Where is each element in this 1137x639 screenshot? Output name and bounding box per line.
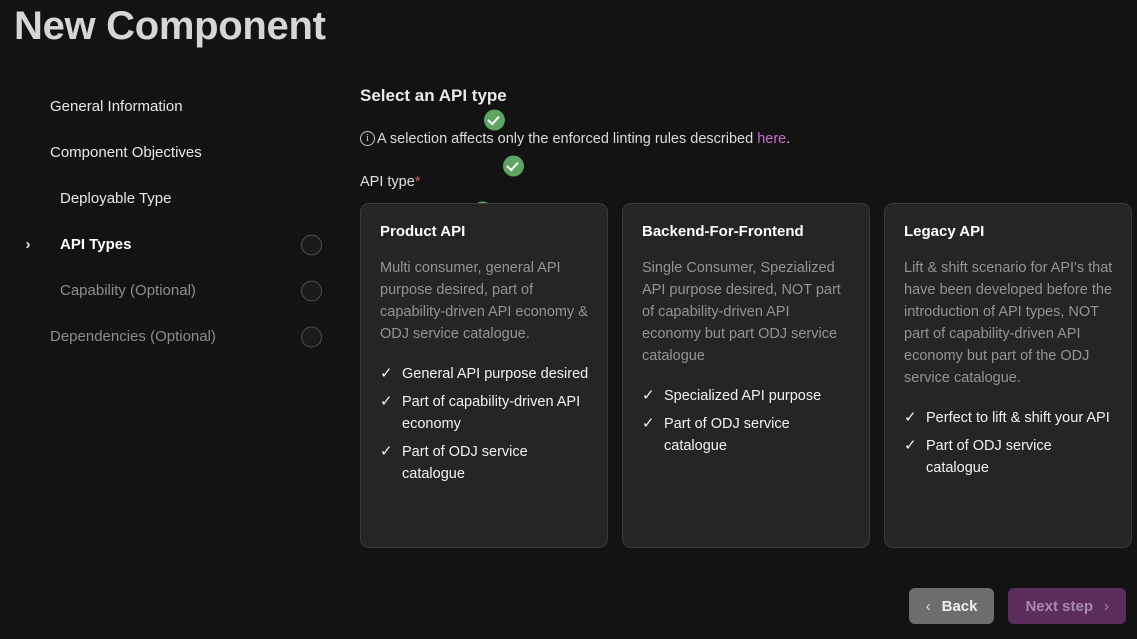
- main-content: Select an API type A selection affects o…: [360, 84, 1132, 548]
- page-title: New Component: [14, 4, 326, 48]
- check-icon: ✓: [642, 387, 655, 404]
- api-type-feature-label: Part of ODJ service catalogue: [402, 444, 528, 482]
- stepper-item-general-information[interactable]: General Information: [0, 84, 505, 130]
- check-icon: ✓: [380, 393, 393, 410]
- stepper-item-label: Dependencies (Optional): [50, 328, 216, 345]
- stepper-item-deployable-type[interactable]: Deployable Type: [0, 176, 494, 222]
- api-type-card[interactable]: Backend-For-Frontend Single Consumer, Spe…: [622, 203, 870, 548]
- api-type-card-description: Single Consumer, Spezialized API purpose…: [642, 260, 841, 364]
- api-type-card-title: Backend-For-Frontend: [642, 223, 804, 240]
- check-icon: ✓: [642, 415, 655, 432]
- stepper-item-dependencies-optional[interactable]: Dependencies (Optional): [0, 314, 340, 360]
- api-type-card-description: Multi consumer, general API purpose desi…: [380, 260, 588, 342]
- api-type-feature-label: Part of ODJ service catalogue: [664, 416, 790, 454]
- stepper-item-api-types[interactable]: › API Types: [0, 222, 340, 268]
- check-icon: ✓: [904, 409, 917, 426]
- empty-circle-icon: [301, 280, 322, 302]
- info-text: A selection affects only the enforced li…: [377, 129, 790, 149]
- chevron-right-icon: ›: [1104, 597, 1109, 615]
- api-type-feature-item: ✓ Part of ODJ service catalogue: [642, 413, 851, 457]
- api-type-feature-item: ✓ General API purpose desired: [380, 363, 589, 385]
- check-icon: ✓: [380, 365, 393, 382]
- stepper-item-label: Component Objectives: [50, 144, 202, 161]
- api-type-feature-item: ✓ Part of ODJ service catalogue: [380, 441, 589, 485]
- api-type-feature-label: Perfect to lift & shift your API: [926, 410, 1110, 426]
- stepper-item-component-objectives[interactable]: Component Objectives: [0, 130, 524, 176]
- api-type-feature-label: Specialized API purpose: [664, 388, 822, 404]
- info-circle-icon: [360, 131, 375, 146]
- info-text-before: A selection affects only the enforced li…: [377, 131, 758, 147]
- info-banner: A selection affects only the enforced li…: [360, 129, 1132, 149]
- api-type-label-text: API type: [360, 174, 415, 190]
- back-button-label: Back: [941, 597, 978, 615]
- chevron-left-icon: ‹: [925, 597, 931, 615]
- check-icon: ✓: [380, 443, 393, 460]
- api-type-card[interactable]: Product API Multi consumer, general API p…: [360, 203, 608, 548]
- api-type-feature-item: ✓ Specialized API purpose: [642, 385, 851, 407]
- required-asterisk: *: [414, 174, 421, 190]
- linting-rules-link[interactable]: here: [757, 131, 786, 147]
- empty-circle-icon: [301, 234, 322, 256]
- back-button[interactable]: ‹ Back: [908, 588, 995, 624]
- stepper-item-label: API Types: [60, 236, 132, 253]
- stepper-item-label: Deployable Type: [60, 190, 172, 207]
- api-type-card-description: Lift & shift scenario for API's that hav…: [904, 260, 1113, 386]
- next-step-button-label: Next step: [1025, 597, 1093, 615]
- api-type-field-label: API type*: [360, 172, 1132, 192]
- api-type-feature-label: Part of ODJ service catalogue: [926, 438, 1052, 476]
- stepper-item-label: General Information: [50, 98, 183, 115]
- api-type-card-title: Product API: [380, 223, 466, 240]
- api-type-feature-list: ✓ Perfect to lift & shift your API ✓ Part o…: [904, 407, 1113, 479]
- api-type-feature-item: ✓ Part of ODJ service catalogue: [904, 435, 1113, 479]
- stepper-item-label: Capability (Optional): [60, 282, 196, 299]
- info-text-after: .: [786, 131, 791, 147]
- next-step-button[interactable]: Next step ›: [1008, 588, 1126, 624]
- stepper-item-capability-optional[interactable]: Capability (Optional): [0, 268, 340, 314]
- chevron-right-icon: ›: [25, 236, 31, 253]
- check-icon: ✓: [904, 437, 917, 454]
- api-type-card-list: Product API Multi consumer, general API p…: [360, 203, 1132, 548]
- api-type-feature-item: ✓ Perfect to lift & shift your API: [904, 407, 1113, 429]
- api-type-feature-item: ✓ Part of capability-driven API economy: [380, 391, 589, 435]
- api-type-card-title: Legacy API: [904, 223, 985, 240]
- empty-circle-icon: [301, 326, 322, 348]
- api-type-feature-list: ✓ Specialized API purpose ✓ Part of ODJ ser…: [642, 385, 851, 457]
- api-type-feature-label: General API purpose desired: [402, 366, 589, 382]
- stepper-sidebar: General Information Component Objectives D…: [0, 84, 524, 360]
- api-type-feature-list: ✓ General API purpose desired ✓ Part of cap…: [380, 363, 589, 485]
- section-title: Select an API type: [360, 86, 507, 105]
- api-type-feature-label: Part of capability-driven API economy: [402, 394, 581, 432]
- wizard-footer: ‹ Back Next step ›: [908, 588, 1126, 624]
- api-type-card[interactable]: Legacy API Lift & shift scenario for API'…: [884, 203, 1132, 548]
